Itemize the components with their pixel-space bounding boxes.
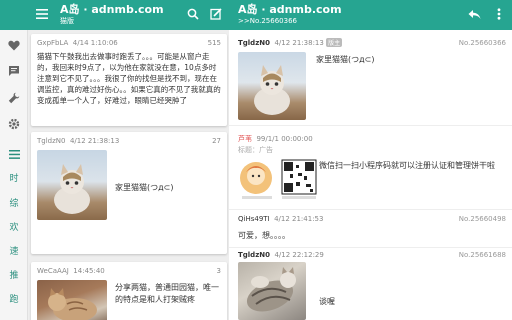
thread-time: 4/12 21:38:13 (69, 137, 120, 145)
post-text: 家里猫猫(つд⊂) (316, 55, 375, 64)
thread-card[interactable]: WeCaAAJ 14:45:40 3 分享两猫，普通田园猫，唯一的特点是和人打架… (31, 262, 227, 320)
edit-icon[interactable] (209, 7, 223, 21)
post-time: 99/1/1 00:00:00 (256, 135, 313, 143)
thread-time: 4/14 1:10:06 (72, 39, 118, 47)
more-icon[interactable] (492, 7, 506, 21)
post-text: 可爱，想。。。。 (238, 231, 290, 240)
post-number[interactable]: No.25661688 (459, 251, 506, 259)
post-item: TgldzN0 4/12 21:38:13 版主 No.25660366 家里猫… (229, 30, 512, 126)
post-title: 标题：广告 (238, 146, 273, 154)
thread-number: >>No.25660366 (238, 17, 297, 25)
thread-user: TgldzN0 (37, 137, 66, 145)
menu-icon[interactable] (35, 7, 49, 21)
nav-item-6[interactable]: 跑 (0, 292, 28, 305)
post-time: 4/12 21:38:13 (274, 39, 324, 47)
search-icon[interactable] (186, 7, 200, 21)
post-number[interactable]: No.25660366 (459, 39, 506, 47)
post-time: 4/12 22:12:29 (274, 251, 324, 259)
nav-item-4[interactable]: 速 (0, 244, 28, 257)
thread-card[interactable]: GxpFbLA 4/14 1:10:06 515 猫猫下午鼓我出去做事时跑丢了。… (31, 34, 227, 126)
thread-text: 家里猫猫(つд⊂) (115, 183, 174, 192)
post-user: 芦苇 (238, 135, 252, 143)
side-nav: 时 综 欢 速 推 跑 (0, 30, 28, 320)
nav-item-2[interactable]: 综 (0, 196, 28, 209)
wrench-icon[interactable] (7, 91, 21, 105)
thread-user: GxpFbLA (37, 39, 69, 47)
left-app-bar: A岛 · adnmb.com 猫版 (0, 0, 229, 30)
ad-post-item: 芦苇 99/1/1 00:00:00 标题：广告 微信扫一扫小程序码就可以注册认… (229, 128, 512, 210)
message-icon[interactable] (7, 64, 21, 78)
app-title: A岛 · adnmb.com (60, 3, 164, 16)
post-number[interactable]: No.25660498 (459, 215, 506, 223)
post-text: 谈喔 (319, 297, 335, 306)
thread-app-title: A岛 · adnmb.com (238, 3, 342, 16)
moderator-badge: 版主 (326, 38, 343, 47)
reply-icon[interactable] (467, 7, 481, 21)
thread-card[interactable]: TgldzN0 4/12 21:38:13 27 家里猫猫(つд⊂) (31, 132, 227, 254)
reply-count: 27 (212, 137, 221, 145)
nav-item-3[interactable]: 欢 (0, 220, 28, 233)
thread-time: 14:45:40 (73, 267, 105, 275)
nav-item-5[interactable]: 推 (0, 268, 28, 281)
post-user: TgldzN0 (238, 39, 270, 47)
post-text: 微信扫一扫小程序码就可以注册认证和管理饼干啦 (319, 161, 495, 170)
post-item: QiHs49TI 4/12 21:41:53 No.25660498 可爱，想。… (229, 212, 512, 248)
thread-text: 分享两猫，普通田园猫，唯一的特点是和人打架贼疼 (115, 283, 219, 304)
thread-list: GxpFbLA 4/14 1:10:06 515 猫猫下午鼓我出去做事时跑丢了。… (28, 30, 229, 320)
thread-text: 猫猫下午鼓我出去做事时跑丢了。。。可能是从窗户走的，我回来时9点了，以为他在家就… (37, 52, 221, 105)
cat-photo[interactable] (37, 280, 107, 320)
thread-detail: TgldzN0 4/12 21:38:13 版主 No.25660366 家里猫… (229, 30, 512, 320)
post-user: TgldzN0 (238, 251, 270, 259)
gear-icon[interactable] (7, 117, 21, 131)
nav-item-1[interactable]: 时 (0, 171, 28, 184)
right-app-bar: A岛 · adnmb.com >>No.25660366 (229, 0, 512, 30)
post-user: QiHs49TI (238, 215, 270, 223)
post-time: 4/12 21:41:53 (274, 215, 324, 223)
list-icon[interactable] (7, 147, 21, 161)
cat-photo[interactable] (37, 150, 107, 220)
thread-user: WeCaAAJ (37, 267, 69, 275)
cat-photo[interactable] (238, 262, 306, 320)
post-item: TgldzN0 4/12 22:12:29 No.25661688 谈喔 (229, 248, 512, 320)
reply-count: 515 (207, 39, 221, 47)
cat-photo[interactable] (238, 52, 306, 120)
heart-icon[interactable] (7, 38, 21, 52)
board-name: 猫版 (60, 17, 74, 25)
reply-count: 3 (216, 267, 221, 275)
